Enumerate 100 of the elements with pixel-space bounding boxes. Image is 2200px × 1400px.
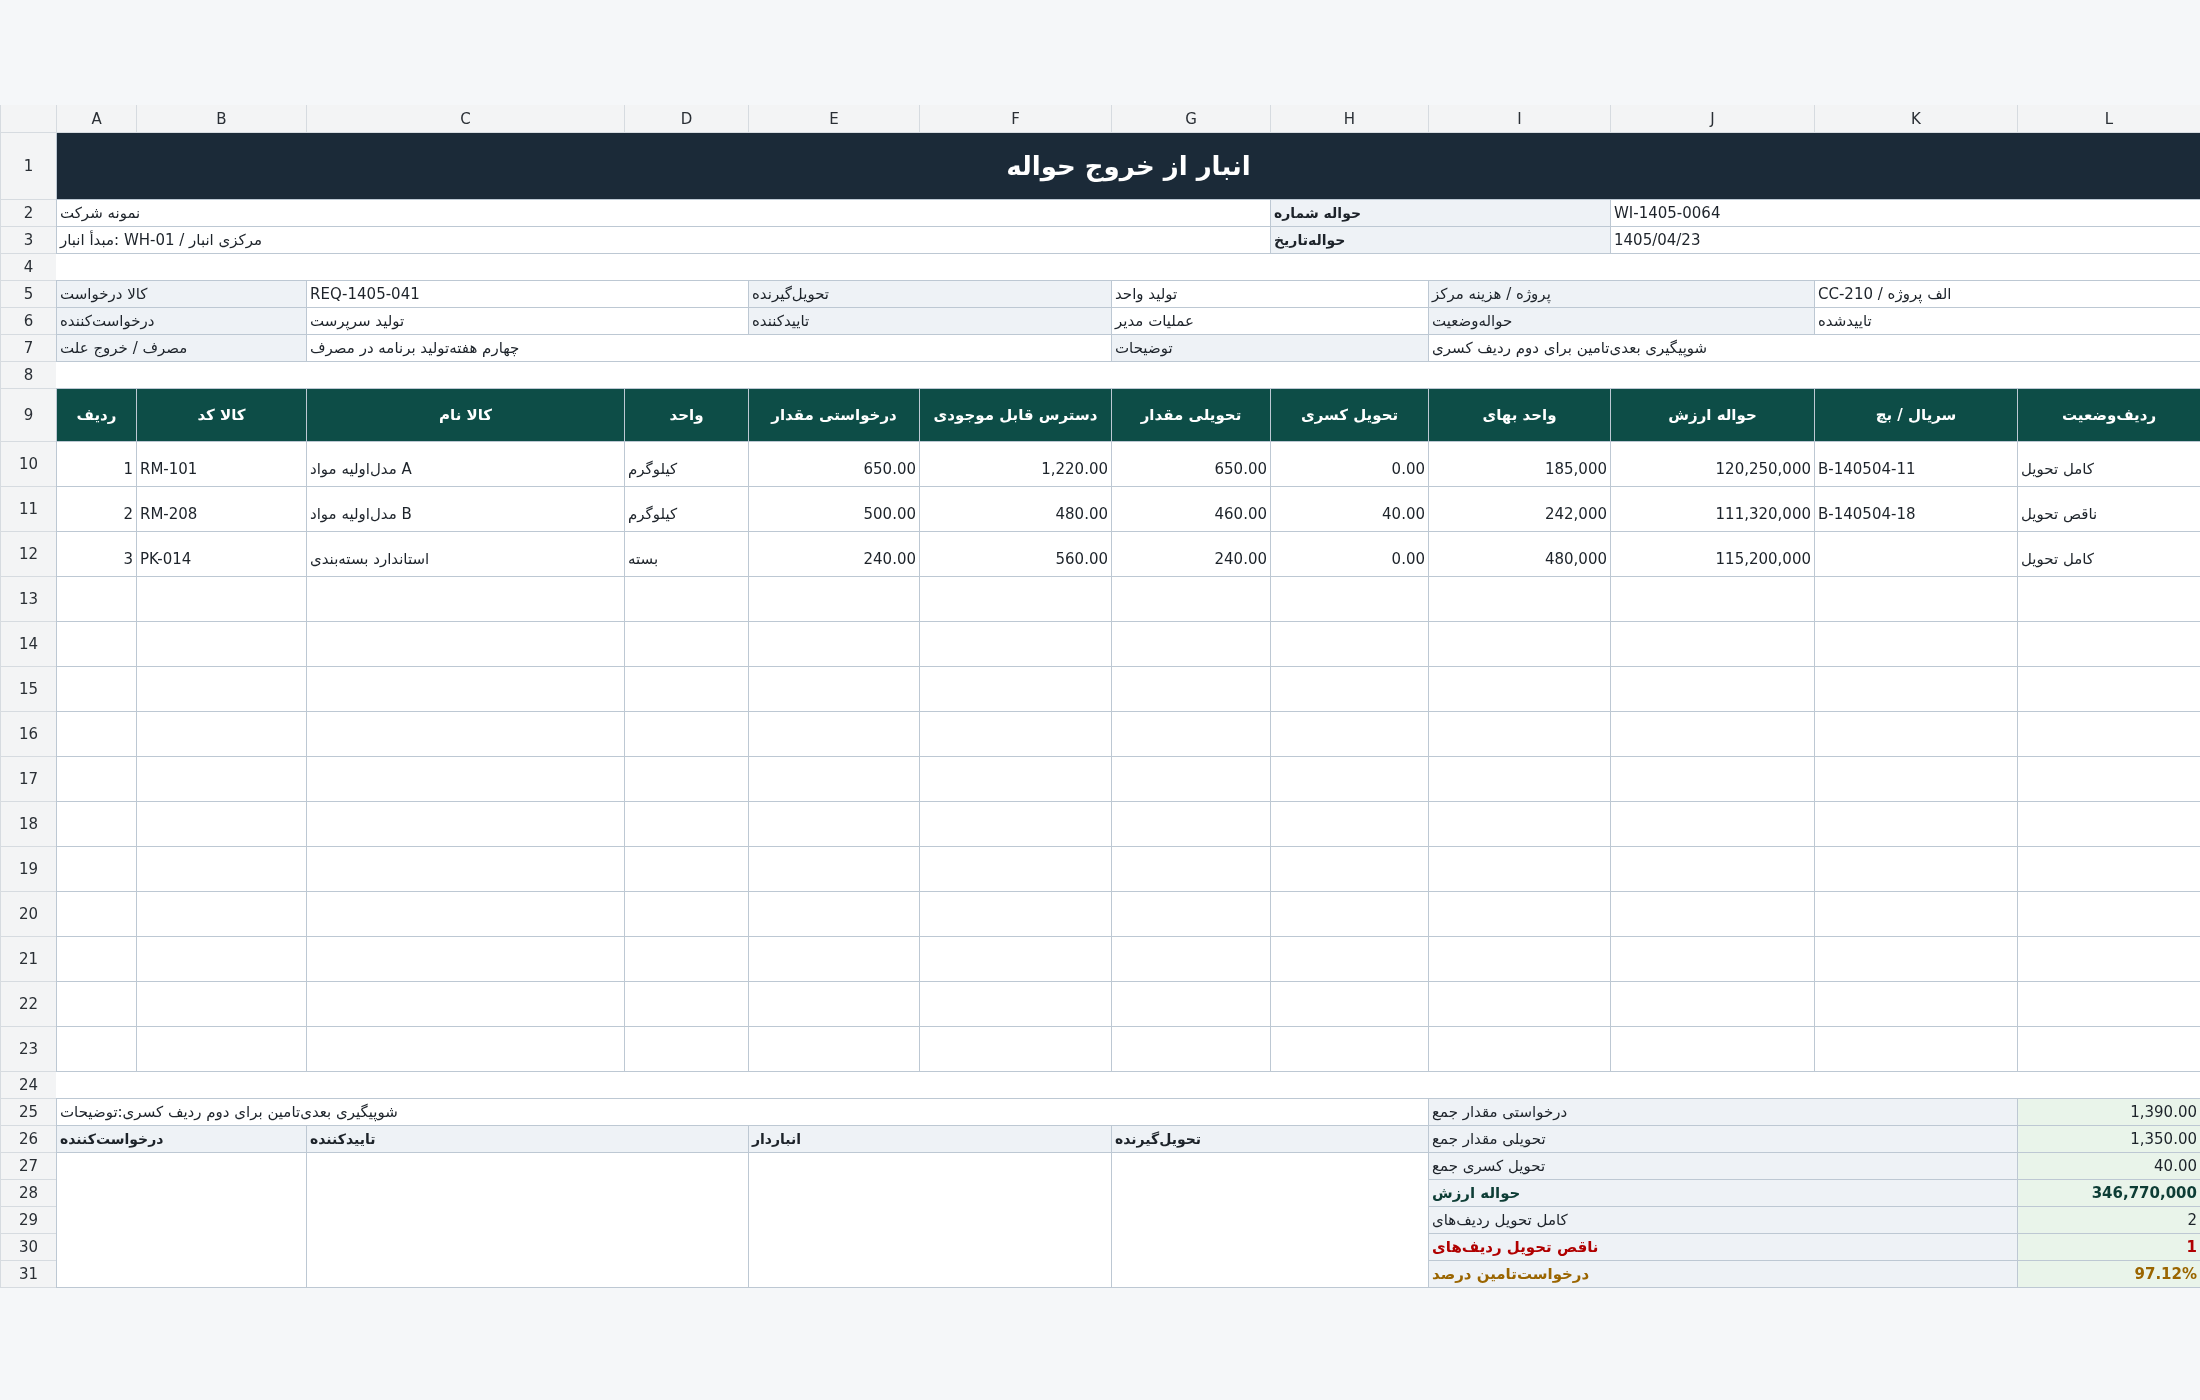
column-header[interactable]: E [748,105,919,133]
table-cell: 0.00 [1270,442,1428,487]
row-number: 21 [0,937,56,982]
table-cell: 40.00 [1270,487,1428,532]
column-header[interactable]: K [1814,105,2017,133]
table-header: ردیف [56,389,136,442]
table-cell: RM-208 [136,487,306,532]
row-number: 29 [0,1207,56,1234]
row-number: 2 [0,200,56,227]
column-header[interactable]: L [2017,105,2200,133]
table-cell: B-140504-18 [1814,487,2017,532]
field-value: شوپیگیری بعدی‌تامین برای دوم ردیف کسری [1428,335,2200,362]
table-cell: 0.00 [1270,532,1428,577]
table-cell: استاندارد بسته‌بندی [306,532,624,577]
field-value: عملیات مدیر [1111,308,1428,335]
total-value: 1,350.00 [2017,1126,2200,1153]
field-label: مصرف / خروج علت [56,335,306,362]
table-cell: 480,000 [1428,532,1610,577]
row-number: 18 [0,802,56,847]
table-header: کالا نام [306,389,624,442]
total-label: تحویلی مقدار جمع [1428,1126,2017,1153]
column-header[interactable]: D [624,105,748,133]
row-number: 15 [0,667,56,712]
table-header: تحویل کسری [1270,389,1428,442]
total-label: ناقص تحویل ردیف‌های [1428,1234,2017,1261]
column-header[interactable]: H [1270,105,1428,133]
row-number: 20 [0,892,56,937]
row-number: 24 [0,1072,56,1099]
column-header[interactable]: B [136,105,306,133]
field-value: تولید سرپرست [306,308,748,335]
table-cell: 240.00 [748,532,919,577]
row-number: 11 [0,487,56,532]
table-cell: 120,250,000 [1610,442,1814,487]
column-header[interactable]: A [56,105,136,133]
table-header: کالا کد [136,389,306,442]
company-name: نمونه شرکت [56,200,1270,227]
field-label: درخواست‌کننده [56,308,306,335]
field-value: الف پروژه / CC-210 [1814,281,2200,308]
column-header[interactable]: F [919,105,1111,133]
column-header[interactable]: J [1610,105,1814,133]
row-number: 10 [0,442,56,487]
table-cell: کامل تحویل [2017,532,2200,577]
table-cell: کیلوگرم [624,442,748,487]
field-label: حواله‌وضعیت [1428,308,1814,335]
table-cell: 185,000 [1428,442,1610,487]
table-cell: ناقص تحویل [2017,487,2200,532]
select-all-corner[interactable] [0,105,56,133]
column-header[interactable]: I [1428,105,1610,133]
field-label: توضیحات [1111,335,1428,362]
table-cell: B-140504-11 [1814,442,2017,487]
field-label: تحویل‌گیرنده [748,281,1111,308]
table-cell: 3 [56,532,136,577]
signature-label: انباردار [748,1126,1111,1153]
table-header: واحد [624,389,748,442]
notes-text: شوپیگیری بعدی‌تامین برای دوم ردیف کسری:توضیحات [56,1099,1428,1126]
field-label: پروژه / هزینه مرکز [1428,281,1814,308]
row-number: 3 [0,227,56,254]
total-value: 1 [2017,1234,2200,1261]
table-header: تحویلی مقدار [1111,389,1270,442]
field-label: حواله شماره [1270,200,1610,227]
row-number: 4 [0,254,56,281]
warehouse-source: مرکزی انبار / WH-01 :مبدأ انبار [56,227,1270,254]
table-cell: کیلوگرم [624,487,748,532]
row-number: 27 [0,1153,56,1180]
field-value: تولید واحد [1111,281,1428,308]
row-number: 28 [0,1180,56,1207]
table-header: سریال / بچ [1814,389,2017,442]
row-number: 8 [0,362,56,389]
field-value: WI-1405-0064 [1610,200,2200,227]
row-number: 25 [0,1099,56,1126]
table-cell: 480.00 [919,487,1111,532]
row-number: 14 [0,622,56,667]
total-value: 97.12% [2017,1261,2200,1288]
column-header[interactable]: G [1111,105,1270,133]
column-header[interactable]: C [306,105,624,133]
field-value: تاییدشده [1814,308,2200,335]
table-header: حواله ارزش [1610,389,1814,442]
table-cell: B مدل‌اولیه مواد [306,487,624,532]
row-number: 30 [0,1234,56,1261]
table-header: واحد بهای [1428,389,1610,442]
total-label: تحویل کسری جمع [1428,1153,2017,1180]
table-header: ردیف‌وضعیت [2017,389,2200,442]
table-cell: 2 [56,487,136,532]
table-cell: 1,220.00 [919,442,1111,487]
total-label: کامل تحویل ردیف‌های [1428,1207,2017,1234]
row-number: 1 [0,133,56,200]
table-cell: RM-101 [136,442,306,487]
total-label: درخواست‌تامین درصد [1428,1261,2017,1288]
table-cell: بسته [624,532,748,577]
row-number: 6 [0,308,56,335]
field-label: کالا درخواست [56,281,306,308]
total-value: 40.00 [2017,1153,2200,1180]
field-value: REQ-1405-041 [306,281,748,308]
table-header: دسترس قابل موجودی [919,389,1111,442]
total-value: 346,770,000 [2017,1180,2200,1207]
table-cell: 560.00 [919,532,1111,577]
row-number: 22 [0,982,56,1027]
row-number: 16 [0,712,56,757]
row-number: 13 [0,577,56,622]
table-cell: 460.00 [1111,487,1270,532]
